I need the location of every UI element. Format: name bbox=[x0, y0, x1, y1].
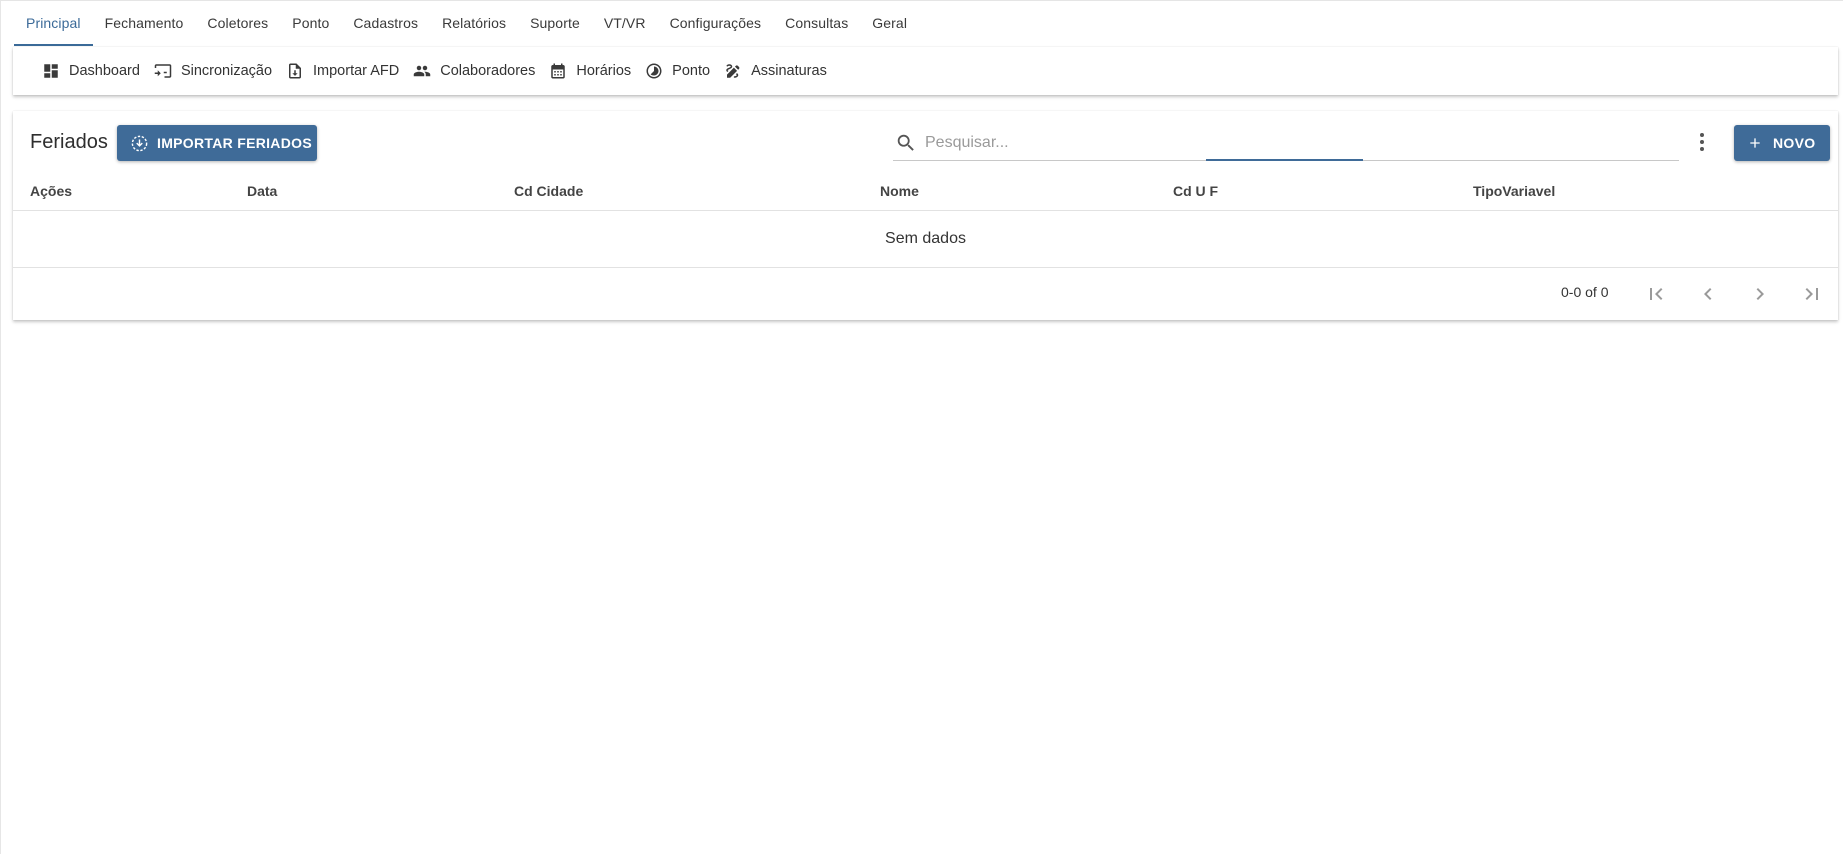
tab-cadastros[interactable]: Cadastros bbox=[341, 1, 430, 46]
more-options-icon[interactable] bbox=[1697, 131, 1707, 155]
last-page-icon bbox=[1805, 288, 1818, 300]
import-holidays-label: IMPORTAR FERIADOS bbox=[157, 135, 312, 151]
tab-geral[interactable]: Geral bbox=[860, 1, 919, 46]
new-button[interactable]: NOVO bbox=[1734, 125, 1830, 161]
toolbar-item-label: Colaboradores bbox=[440, 63, 536, 79]
search-field bbox=[893, 125, 1679, 161]
page-title: Feriados bbox=[30, 131, 108, 153]
toolbar-item-ponto[interactable]: Ponto bbox=[645, 62, 710, 80]
main-tab-bar: Principal Fechamento Coletores Ponto Cad… bbox=[0, 0, 1843, 46]
column-header-data[interactable]: Data bbox=[247, 183, 277, 199]
people-icon bbox=[413, 65, 431, 77]
download-circle-icon bbox=[131, 135, 148, 151]
toolbar-item-label: Sincronização bbox=[180, 63, 273, 79]
feriados-card: Feriados IMPORTAR FERIADOS NOVO Ações Da… bbox=[13, 111, 1838, 320]
search-icon bbox=[897, 134, 914, 151]
column-header-nome[interactable]: Nome bbox=[880, 183, 919, 199]
search-input[interactable] bbox=[925, 130, 1665, 156]
search-focus-underline bbox=[1206, 159, 1363, 161]
toolbar-item-label: Dashboard bbox=[69, 63, 140, 79]
tab-relatorios[interactable]: Relatórios bbox=[430, 1, 518, 46]
empty-state-text: Sem dados bbox=[13, 211, 1838, 268]
pagination-bar: 0-0 of 0 bbox=[13, 269, 1838, 319]
toolbar-item-importar-afd[interactable]: Importar AFD bbox=[286, 62, 399, 80]
column-header-acoes[interactable]: Ações bbox=[30, 183, 72, 199]
import-holidays-button[interactable]: IMPORTAR FERIADOS bbox=[117, 125, 317, 161]
column-header-tipovariavel[interactable]: TipoVariavel bbox=[1473, 183, 1555, 199]
clock-half-icon bbox=[646, 63, 662, 79]
toolbar-item-dashboard[interactable]: Dashboard bbox=[42, 62, 140, 80]
calendar-icon bbox=[551, 63, 566, 79]
first-page-button[interactable] bbox=[1644, 282, 1668, 306]
import-file-icon bbox=[289, 63, 302, 79]
toolbar-item-assinaturas[interactable]: Assinaturas bbox=[724, 62, 827, 80]
first-page-icon bbox=[1650, 288, 1663, 300]
previous-page-button[interactable] bbox=[1696, 282, 1720, 306]
sub-toolbar: Dashboard Sincronização Importar AFD Col… bbox=[13, 47, 1838, 95]
tab-fechamento[interactable]: Fechamento bbox=[93, 1, 196, 46]
tab-suporte[interactable]: Suporte bbox=[518, 1, 592, 46]
tab-ponto[interactable]: Ponto bbox=[280, 1, 341, 46]
pagination-range: 0-0 of 0 bbox=[1561, 284, 1609, 300]
sync-screen-icon bbox=[154, 64, 172, 78]
plus-icon bbox=[1750, 138, 1760, 148]
table-header: Ações Data Cd Cidade Nome Cd U F TipoVar… bbox=[13, 171, 1838, 211]
chevron-left-icon bbox=[1704, 288, 1712, 300]
toolbar-item-label: Ponto bbox=[672, 63, 711, 79]
column-header-cd-uf[interactable]: Cd U F bbox=[1173, 183, 1218, 199]
tab-principal[interactable]: Principal bbox=[14, 1, 93, 46]
column-header-cd-cidade[interactable]: Cd Cidade bbox=[514, 183, 583, 199]
tab-coletores[interactable]: Coletores bbox=[195, 1, 280, 46]
dashboard-icon bbox=[44, 64, 58, 78]
tab-consultas[interactable]: Consultas bbox=[773, 1, 860, 46]
signature-icon bbox=[726, 64, 740, 78]
toolbar-item-label: Importar AFD bbox=[313, 63, 400, 79]
last-page-button[interactable] bbox=[1800, 282, 1824, 306]
toolbar-item-label: Horários bbox=[576, 63, 632, 79]
new-button-label: NOVO bbox=[1773, 135, 1816, 151]
toolbar-item-colaboradores[interactable]: Colaboradores bbox=[413, 62, 535, 80]
tab-vtvr[interactable]: VT/VR bbox=[592, 1, 658, 46]
toolbar-item-sincronizacao[interactable]: Sincronização bbox=[154, 62, 272, 80]
tab-configuracoes[interactable]: Configurações bbox=[658, 1, 774, 46]
chevron-right-icon bbox=[1756, 288, 1764, 300]
toolbar-item-label: Assinaturas bbox=[751, 63, 827, 79]
next-page-button[interactable] bbox=[1748, 282, 1772, 306]
toolbar-item-horarios[interactable]: Horários bbox=[549, 62, 631, 80]
